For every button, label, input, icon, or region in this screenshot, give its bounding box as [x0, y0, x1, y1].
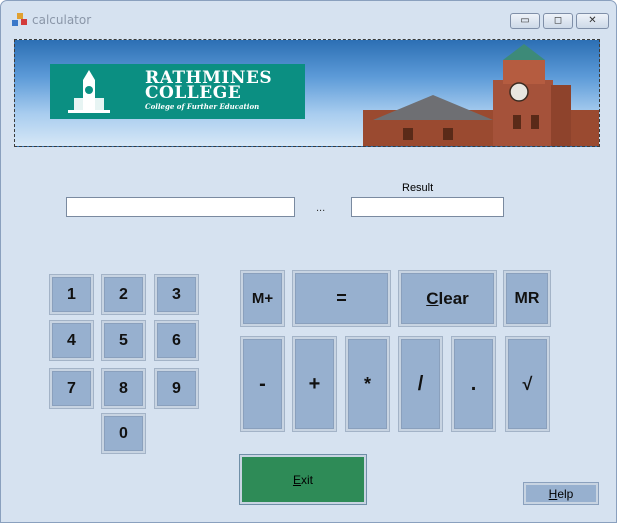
digit-7-button[interactable]: 7	[50, 369, 93, 408]
help-access-key: H	[548, 486, 558, 501]
result-label: Result	[402, 182, 434, 194]
digit-1-button[interactable]: 1	[50, 275, 93, 314]
college-banner: RATHMINES COLLEGE College of Further Edu…	[14, 39, 600, 147]
digit-3-button[interactable]: 3	[155, 275, 198, 314]
close-button[interactable]: ✕	[576, 13, 609, 29]
logo-title: RATHMINES COLLEGE	[145, 70, 305, 103]
minimize-button[interactable]: ▭	[510, 13, 540, 29]
exit-access-key: E	[292, 472, 301, 487]
memory-add-button[interactable]: M+	[241, 271, 284, 326]
decimal-button[interactable]: .	[452, 337, 495, 431]
divide-button[interactable]: /	[399, 337, 442, 431]
clock-tower-building-image	[363, 44, 599, 146]
digit-0-button[interactable]: 0	[102, 414, 145, 453]
clear-label: lear	[438, 288, 469, 308]
clock-tower-icon	[68, 70, 110, 113]
help-label: elp	[557, 486, 574, 501]
window-title: calculator	[32, 13, 92, 27]
exit-label: xit	[301, 472, 313, 487]
digit-6-button[interactable]: 6	[155, 321, 198, 360]
clear-access-key: C	[426, 288, 439, 308]
exit-button[interactable]: Exit	[240, 455, 366, 504]
first-number-input[interactable]	[66, 197, 295, 217]
title-bar: calculator ▭ ◻ ✕	[1, 1, 616, 33]
plus-button[interactable]: +	[293, 337, 336, 431]
digit-4-button[interactable]: 4	[50, 321, 93, 360]
minus-button[interactable]: -	[241, 337, 284, 431]
close-icon: ✕	[588, 15, 597, 26]
minimize-icon: ▭	[520, 15, 530, 26]
square-root-button[interactable]: √	[506, 337, 549, 431]
equals-button[interactable]: =	[293, 271, 390, 326]
digit-5-button[interactable]: 5	[102, 321, 145, 360]
memory-recall-button[interactable]: MR	[504, 271, 550, 326]
logo-tagline: College of Further Education	[145, 102, 260, 111]
help-button[interactable]: Help	[524, 483, 598, 504]
result-input[interactable]	[351, 197, 504, 217]
college-logo: RATHMINES COLLEGE College of Further Edu…	[50, 64, 305, 119]
digit-9-button[interactable]: 9	[155, 369, 198, 408]
multiply-button[interactable]: *	[346, 337, 389, 431]
maximize-icon: ◻	[553, 15, 563, 26]
calculator-window: calculator ▭ ◻ ✕ RATHMINES COLLEGE Colle…	[0, 0, 617, 523]
digit-2-button[interactable]: 2	[102, 275, 145, 314]
clear-button[interactable]: Clear	[399, 271, 496, 326]
app-icon	[12, 13, 27, 26]
logo-line-2: COLLEGE	[145, 83, 242, 103]
operator-display: ...	[316, 202, 326, 214]
maximize-button[interactable]: ◻	[543, 13, 573, 29]
digit-8-button[interactable]: 8	[102, 369, 145, 408]
